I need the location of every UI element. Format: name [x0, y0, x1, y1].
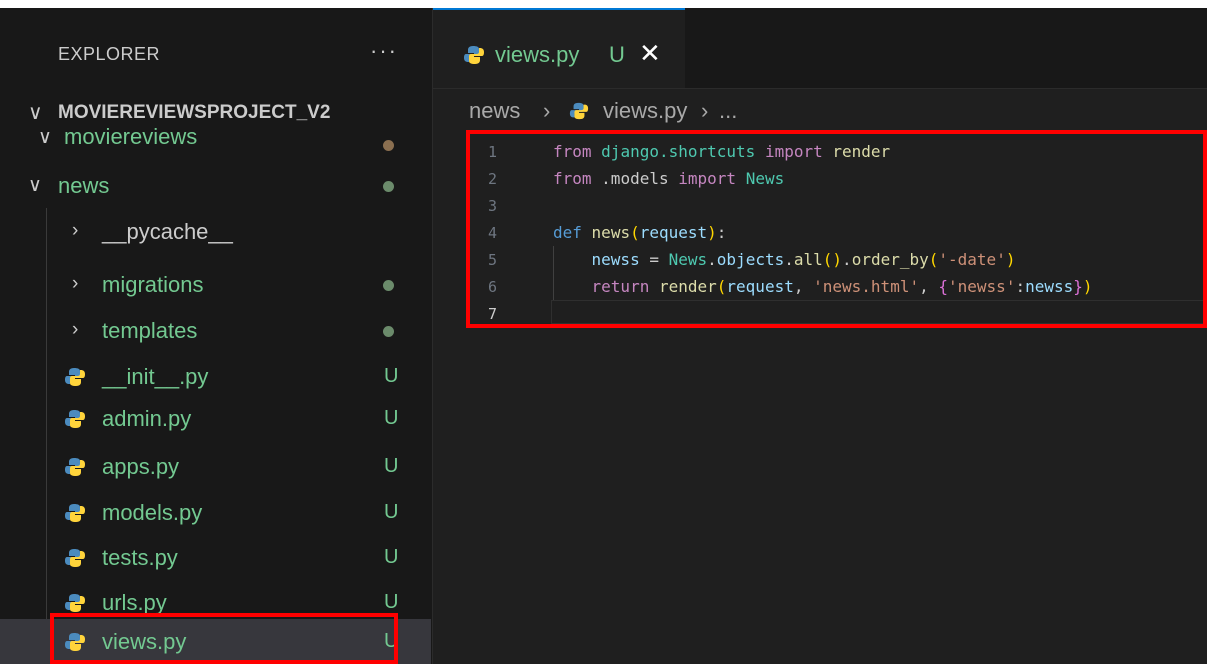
folder-name: __pycache__: [102, 219, 233, 244]
untracked-badge: U: [384, 501, 399, 523]
status-dot-icon: [383, 280, 394, 291]
tree-folder-migrations[interactable]: › migrations: [0, 263, 431, 307]
untracked-badge: U: [384, 546, 399, 568]
python-icon: [464, 46, 484, 64]
chevron-down-icon: ∨: [28, 102, 43, 124]
folder-name: templates: [102, 318, 198, 343]
explorer-sidebar: EXPLORER ··· ∨ MOVIEREVIEWSPROJECT_V2 ∨ …: [0, 8, 433, 664]
chevron-down-icon: ∨: [38, 127, 52, 148]
chevron-right-icon: ›: [72, 319, 79, 340]
python-icon: [569, 102, 589, 120]
breadcrumb-more[interactable]: ...: [719, 98, 737, 124]
modified-dot-icon: [383, 140, 394, 151]
untracked-badge: U: [384, 455, 399, 477]
file-name: tests.py: [102, 545, 178, 570]
tree-file-tests[interactable]: tests.py U: [0, 536, 431, 580]
tree-folder-templates[interactable]: › templates: [0, 309, 431, 353]
python-icon: [65, 368, 85, 386]
untracked-badge: U: [384, 407, 399, 429]
file-name: __init__.py: [102, 364, 209, 389]
python-icon: [65, 594, 85, 612]
python-icon: [65, 458, 85, 476]
breadcrumb: news › views.py › ...: [433, 90, 1207, 126]
folder-name: migrations: [102, 272, 204, 297]
highlight-box-views-file: [50, 613, 398, 664]
tab-views-py[interactable]: views.py U ✕: [433, 8, 685, 88]
untracked-badge: U: [384, 365, 399, 387]
status-dot-icon: [383, 326, 394, 337]
project-name: MOVIEREVIEWSPROJECT_V2: [58, 102, 331, 123]
chevron-right-icon: ›: [72, 273, 79, 294]
breadcrumb-file[interactable]: views.py: [603, 98, 687, 124]
file-name: apps.py: [102, 454, 180, 479]
untracked-badge: U: [609, 42, 625, 67]
file-name: models.py: [102, 500, 203, 525]
status-dot-icon: [383, 181, 394, 192]
folder-name: moviereviews: [64, 126, 198, 149]
tree-file-models[interactable]: models.py U: [0, 491, 431, 535]
chevron-right-icon: ›: [72, 220, 79, 241]
tab-bar: views.py U ✕: [433, 8, 1207, 89]
tree-folder-news[interactable]: ∨ news: [0, 164, 431, 208]
breadcrumb-folder[interactable]: news: [469, 98, 520, 124]
highlight-box-code: [466, 130, 1207, 328]
python-icon: [65, 549, 85, 567]
tree-folder-pycache[interactable]: › __pycache__: [0, 210, 431, 254]
chevron-down-icon: ∨: [28, 175, 42, 196]
project-root[interactable]: ∨ MOVIEREVIEWSPROJECT_V2: [0, 94, 431, 130]
tab-label: views.py: [495, 42, 580, 67]
tree-file-init[interactable]: __init__.py U: [0, 355, 431, 399]
file-name: admin.py: [102, 406, 192, 431]
explorer-title: EXPLORER: [58, 44, 161, 64]
untracked-badge: U: [384, 591, 399, 613]
tree-folder-moviereviews[interactable]: ∨ moviereviews: [0, 126, 431, 156]
python-icon: [65, 410, 85, 428]
more-actions-icon[interactable]: ···: [370, 38, 398, 64]
close-icon[interactable]: ✕: [639, 38, 661, 69]
python-icon: [65, 504, 85, 522]
folder-name: news: [58, 173, 110, 198]
editor-area: views.py U ✕ news › views.py › ... 1 fro…: [433, 8, 1207, 664]
tree-file-apps[interactable]: apps.py U: [0, 445, 431, 489]
chevron-right-icon: ›: [701, 98, 709, 123]
chevron-right-icon: ›: [543, 98, 551, 123]
tree-file-admin[interactable]: admin.py U: [0, 397, 431, 441]
